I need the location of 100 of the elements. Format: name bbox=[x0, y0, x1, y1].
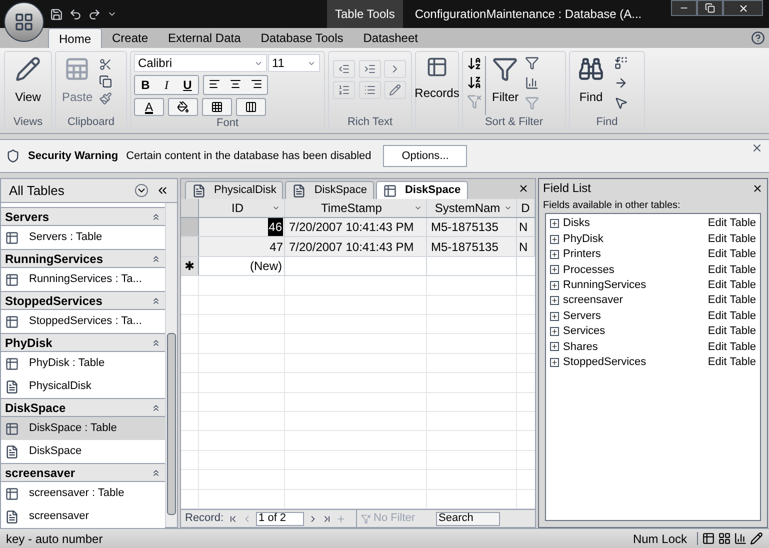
nav-group-header[interactable]: StoppedServices bbox=[1, 291, 165, 310]
paste-button[interactable]: Paste bbox=[62, 88, 93, 106]
nav-group-header[interactable]: RunningServices bbox=[1, 249, 165, 268]
expand-icon[interactable] bbox=[550, 296, 559, 306]
close-button[interactable] bbox=[723, 0, 763, 16]
dropdown-icon[interactable] bbox=[135, 184, 148, 197]
indent-icon[interactable] bbox=[358, 60, 381, 78]
datasheet-view-icon[interactable] bbox=[702, 532, 715, 545]
collapse-icon[interactable] bbox=[156, 184, 169, 197]
fill-color-icon[interactable] bbox=[168, 98, 198, 116]
column-header[interactable]: SystemNam bbox=[427, 199, 517, 217]
undo-icon[interactable] bbox=[69, 8, 82, 20]
column-header[interactable]: ID bbox=[199, 199, 285, 217]
field-list-table[interactable]: Shares bbox=[563, 338, 708, 356]
expand-icon[interactable] bbox=[550, 219, 559, 228]
close-tab-icon[interactable] bbox=[518, 183, 529, 194]
close-icon[interactable] bbox=[752, 182, 763, 194]
options-button[interactable]: Options... bbox=[383, 145, 468, 167]
scrollbar[interactable] bbox=[165, 203, 177, 527]
font-style-button[interactable]: U bbox=[177, 76, 198, 94]
copy-icon[interactable] bbox=[98, 75, 112, 88]
numbering-icon[interactable] bbox=[333, 81, 355, 99]
edit-table-link[interactable]: Edit Table bbox=[708, 215, 756, 232]
nav-group-header[interactable]: screensaver bbox=[1, 463, 165, 482]
filter-icon[interactable] bbox=[492, 56, 518, 82]
font-style-button[interactable]: B bbox=[135, 76, 156, 94]
document-tab[interactable]: DiskSpace bbox=[376, 181, 468, 199]
records-button[interactable]: Records bbox=[414, 84, 460, 102]
close-icon[interactable] bbox=[751, 142, 763, 154]
selection-filter-icon[interactable] bbox=[524, 56, 539, 70]
help-icon[interactable] bbox=[751, 31, 765, 45]
edit-table-link[interactable]: Edit Table bbox=[708, 262, 756, 278]
field-list-table[interactable]: Services bbox=[563, 323, 708, 340]
go-to-icon[interactable] bbox=[614, 76, 628, 90]
edit-table-link[interactable]: Edit Table bbox=[708, 338, 756, 356]
font-color-button[interactable]: A bbox=[134, 98, 164, 116]
nav-group-header[interactable]: PhyDisk bbox=[1, 333, 165, 352]
select-icon[interactable] bbox=[614, 96, 628, 110]
first-record-icon[interactable] bbox=[228, 514, 238, 524]
bullets-icon[interactable] bbox=[358, 81, 381, 99]
last-record-icon[interactable] bbox=[322, 514, 332, 524]
field-list-table[interactable]: Disks bbox=[563, 215, 708, 232]
gridlines-icon[interactable] bbox=[202, 98, 232, 116]
expand-icon[interactable] bbox=[550, 280, 559, 290]
font-family-field[interactable]: Calibri bbox=[134, 54, 267, 72]
column-header[interactable]: TimeStamp bbox=[285, 199, 427, 217]
expand-icon[interactable] bbox=[550, 326, 559, 336]
ribbon-tab[interactable]: Home bbox=[48, 28, 102, 48]
restore-button[interactable] bbox=[697, 0, 723, 16]
field-list-table[interactable]: screensaver bbox=[563, 292, 708, 309]
expand-icon[interactable] bbox=[550, 312, 559, 321]
find-button[interactable]: Find bbox=[579, 88, 603, 106]
filter-button[interactable]: Filter bbox=[492, 88, 519, 106]
field-list-table[interactable]: StoppedServices bbox=[563, 354, 708, 370]
field-list-table[interactable]: Processes bbox=[563, 262, 708, 278]
field-list-table[interactable]: RunningServices bbox=[563, 277, 708, 294]
font-style-button[interactable]: I bbox=[156, 76, 177, 94]
redo-icon[interactable] bbox=[88, 8, 101, 20]
design-view-icon[interactable] bbox=[15, 56, 41, 82]
toggle-filter-icon[interactable] bbox=[524, 96, 539, 110]
sort-ascending-icon[interactable] bbox=[467, 56, 482, 71]
ribbon-tab[interactable]: Database Tools bbox=[250, 28, 354, 48]
records-icon[interactable] bbox=[426, 56, 448, 78]
document-tab[interactable]: DiskSpace bbox=[285, 181, 374, 199]
document-tab[interactable]: PhysicalDisk bbox=[185, 181, 284, 199]
edit-table-link[interactable]: Edit Table bbox=[708, 323, 756, 340]
expand-icon[interactable] bbox=[550, 358, 559, 367]
view-button[interactable]: View bbox=[15, 88, 41, 106]
nav-group-header[interactable]: Servers bbox=[1, 207, 165, 226]
cut-icon[interactable] bbox=[98, 58, 112, 71]
edit-table-link[interactable]: Edit Table bbox=[708, 230, 756, 248]
ribbon-tab[interactable]: Create bbox=[102, 28, 158, 48]
ribbon-tab[interactable]: Datasheet bbox=[353, 28, 428, 48]
save-icon[interactable] bbox=[50, 8, 63, 20]
edit-table-link[interactable]: Edit Table bbox=[708, 277, 756, 294]
sort-descending-icon[interactable] bbox=[467, 75, 482, 90]
field-list-table[interactable]: Servers bbox=[563, 308, 708, 324]
ribbon-tab[interactable]: External Data bbox=[158, 28, 251, 48]
format-painter-icon[interactable] bbox=[98, 92, 112, 105]
edit-table-link[interactable]: Edit Table bbox=[708, 292, 756, 309]
nav-group-header[interactable]: DiskSpace bbox=[1, 398, 165, 417]
edit-table-link[interactable]: Edit Table bbox=[708, 246, 756, 263]
record-position-field[interactable]: 1 of 2 bbox=[256, 512, 304, 526]
binoculars-icon[interactable] bbox=[578, 56, 604, 82]
search-field[interactable]: Search bbox=[436, 512, 500, 526]
expand-icon[interactable] bbox=[550, 234, 559, 244]
expand-icon[interactable] bbox=[550, 250, 559, 259]
design-view-icon[interactable] bbox=[750, 532, 763, 545]
edit-table-link[interactable]: Edit Table bbox=[708, 354, 756, 370]
office-button[interactable] bbox=[4, 2, 44, 42]
expand-icon[interactable] bbox=[550, 265, 559, 274]
replace-icon[interactable] bbox=[614, 56, 628, 70]
font-size-field[interactable]: 11 bbox=[268, 54, 320, 72]
column-header[interactable]: D bbox=[517, 199, 535, 217]
nav-item[interactable]: DiskSpace : Table bbox=[1, 417, 165, 440]
pivot-chart-view-icon[interactable] bbox=[734, 532, 747, 545]
pivot-table-view-icon[interactable] bbox=[718, 532, 731, 545]
field-list-table[interactable]: Printers bbox=[563, 246, 708, 263]
edit-table-link[interactable]: Edit Table bbox=[708, 308, 756, 324]
expand-icon[interactable] bbox=[550, 342, 559, 352]
